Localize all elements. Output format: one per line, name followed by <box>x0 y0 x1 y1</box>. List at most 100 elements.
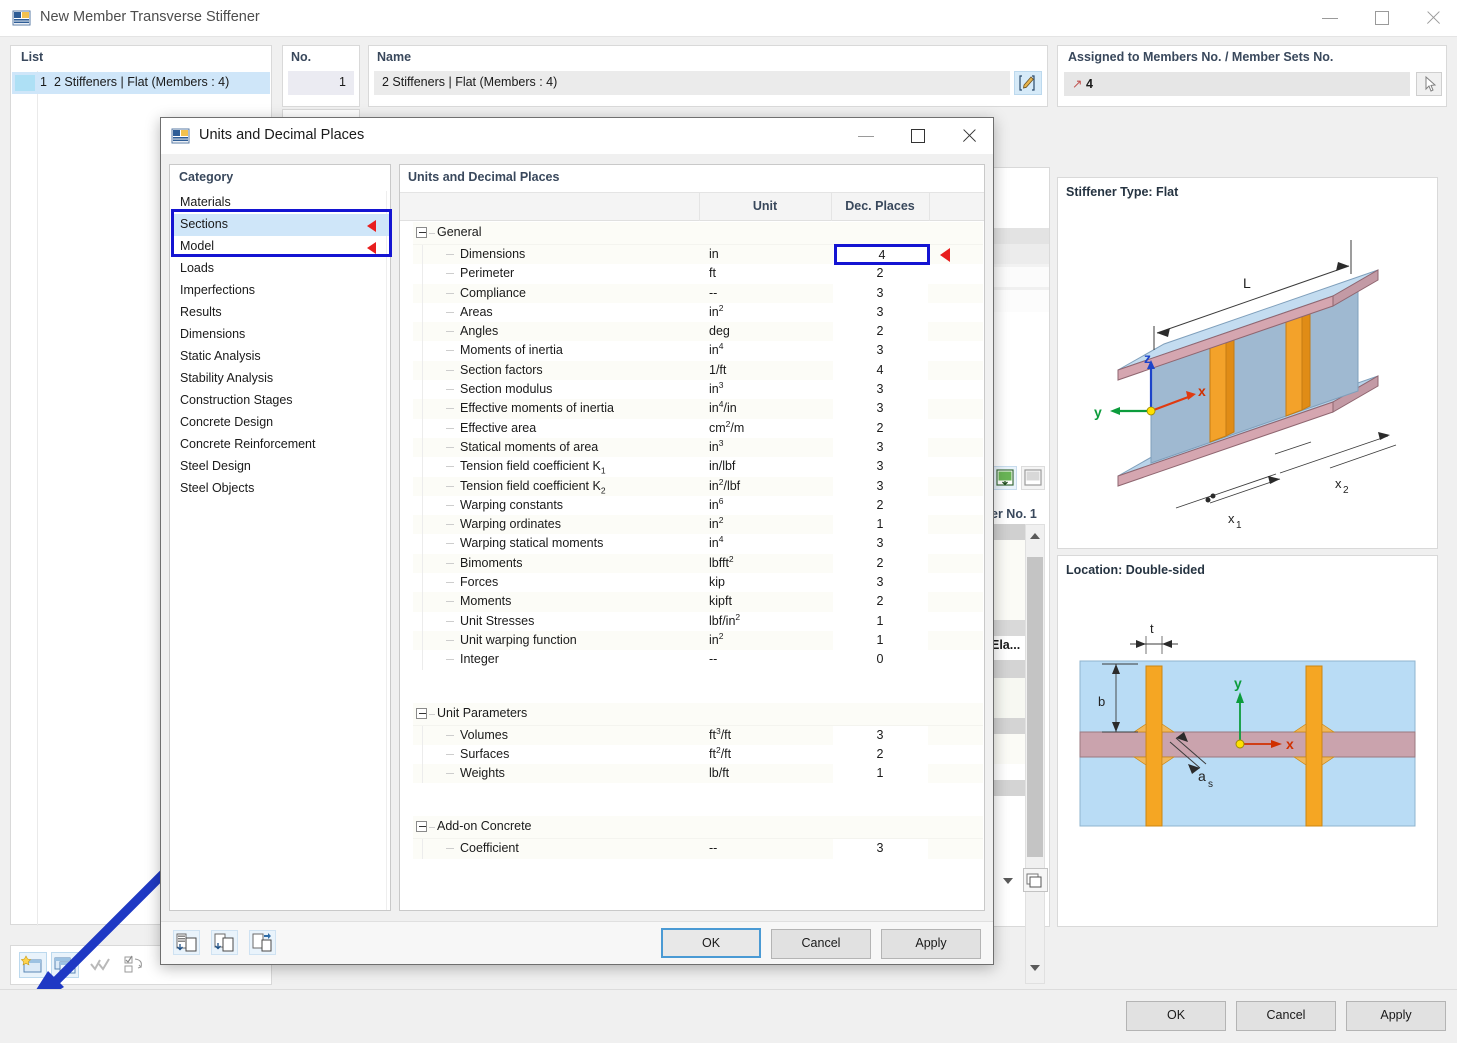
dec-places-highlight-box[interactable]: 4 <box>834 244 930 265</box>
row-dec-places[interactable]: 2 <box>833 594 927 608</box>
category-item-steel-objects[interactable]: Steel Objects <box>171 478 390 500</box>
table-row[interactable]: Moments kipft 2 <box>413 592 983 612</box>
row-unit[interactable]: in6 <box>709 496 723 511</box>
row-unit[interactable]: in4 <box>709 342 723 357</box>
row-dec-places[interactable]: 3 <box>833 575 927 589</box>
row-dec-places[interactable]: 2 <box>833 747 927 761</box>
close-icon[interactable] <box>1409 0 1457 36</box>
row-dec-places[interactable]: 2 <box>833 556 927 570</box>
row-unit[interactable]: ft <box>709 266 716 280</box>
minimize-icon[interactable] <box>1306 0 1354 36</box>
table-row[interactable]: Statical moments of area in3 3 <box>413 437 983 458</box>
row-unit[interactable]: lb/ft <box>709 766 729 780</box>
category-item-steel-design[interactable]: Steel Design <box>171 456 390 478</box>
row-dec-places[interactable]: 0 <box>833 652 927 666</box>
row-unit[interactable]: in3 <box>709 381 723 396</box>
row-dec-places[interactable]: 2 <box>833 498 927 512</box>
assigned-members-input[interactable]: ↗ 4 <box>1064 72 1410 96</box>
collapse-toggle-icon[interactable] <box>416 227 427 238</box>
row-unit[interactable]: lbf/in2 <box>709 612 740 627</box>
table-row[interactable]: Forces kip 3 <box>413 573 983 593</box>
category-item-model[interactable]: Model <box>171 236 390 258</box>
collapse-toggle-icon[interactable] <box>416 707 427 719</box>
category-item-dimensions[interactable]: Dimensions <box>171 324 390 346</box>
category-item-loads[interactable]: Loads <box>171 258 390 280</box>
select-pointer-icon[interactable] <box>1416 72 1442 96</box>
dialog-close-icon[interactable] <box>945 118 993 154</box>
name-input[interactable]: 2 Stiffeners | Flat (Members : 4) <box>374 71 1010 95</box>
table-row[interactable]: Effective moments of inertia in4/in 3 <box>413 399 983 419</box>
row-unit[interactable]: kip <box>709 575 725 589</box>
row-dec-places[interactable]: 3 <box>833 305 927 319</box>
row-dec-places[interactable]: 3 <box>833 401 927 415</box>
table-row[interactable]: Warping constants in6 2 <box>413 495 983 516</box>
edit-pencil-icon[interactable] <box>1014 71 1042 95</box>
dialog-minimize-icon[interactable] <box>842 118 890 154</box>
collapse-toggle-icon[interactable] <box>416 821 427 833</box>
check-icon[interactable] <box>87 952 115 978</box>
scroll-down-icon[interactable] <box>1030 965 1040 971</box>
row-dec-places[interactable]: 3 <box>833 382 927 396</box>
row-unit[interactable]: in4 <box>709 535 723 550</box>
row-dec-places[interactable]: 3 <box>833 479 927 493</box>
row-dec-places[interactable]: 3 <box>833 841 927 855</box>
chevron-down-icon[interactable] <box>1003 878 1013 884</box>
category-item-static-analysis[interactable]: Static Analysis <box>171 346 390 368</box>
row-unit[interactable]: in <box>709 247 719 261</box>
row-unit[interactable]: kipft <box>709 594 732 608</box>
dialog-apply-button[interactable]: Apply <box>881 929 981 959</box>
row-unit[interactable]: in2 <box>709 632 723 647</box>
row-unit[interactable]: in4/in <box>709 400 737 415</box>
row-dec-places[interactable]: 1 <box>833 517 927 531</box>
category-item-stability-analysis[interactable]: Stability Analysis <box>171 368 390 390</box>
options-icon[interactable] <box>121 952 149 978</box>
stack-copy-icon[interactable] <box>1023 868 1048 892</box>
table-row[interactable]: Section modulus in3 3 <box>413 380 983 400</box>
row-dec-places[interactable]: 2 <box>833 421 927 435</box>
row-unit[interactable]: cm2/m <box>709 419 744 434</box>
table-row[interactable]: Tension field coefficient K2 in2/lbf 3 <box>413 476 983 496</box>
copy-icon[interactable] <box>51 952 79 978</box>
row-dec-places[interactable]: 3 <box>833 728 927 742</box>
table-row[interactable]: Unit warping function in2 1 <box>413 630 983 651</box>
table-row[interactable]: Section factors 1/ft 4 <box>413 360 983 381</box>
dialog-maximize-icon[interactable] <box>894 118 942 154</box>
list-item[interactable]: 1 2 Stiffeners | Flat (Members : 4) <box>12 72 270 94</box>
row-dec-places[interactable]: 3 <box>833 536 927 550</box>
row-unit[interactable]: in3 <box>709 439 723 454</box>
row-unit[interactable]: in2 <box>709 516 723 531</box>
row-unit[interactable]: ft2/ft <box>709 745 731 760</box>
table-row[interactable]: Compliance -- 3 <box>413 283 983 303</box>
mid-scrollbar[interactable] <box>1025 524 1045 984</box>
row-unit[interactable]: -- <box>709 652 717 666</box>
table-row[interactable]: Unit Stresses lbf/in2 1 <box>413 611 983 631</box>
table-row[interactable]: Moments of inertia in4 3 <box>413 341 983 361</box>
table-row[interactable]: Warping statical moments in4 3 <box>413 534 983 554</box>
table-green-icon[interactable] <box>993 466 1017 490</box>
row-dec-places[interactable]: 2 <box>833 266 927 280</box>
scrollbar-thumb[interactable] <box>1027 557 1043 857</box>
row-dec-places[interactable]: 2 <box>833 324 927 338</box>
table-row[interactable]: Perimeter ft 2 <box>413 264 983 284</box>
row-unit[interactable]: deg <box>709 324 730 338</box>
row-dec-places[interactable]: 3 <box>833 440 927 454</box>
table-row[interactable]: Volumes ft3/ft 3 <box>413 725 983 745</box>
row-unit[interactable]: ft3/ft <box>709 726 731 741</box>
table-grey-icon[interactable] <box>1021 466 1045 490</box>
dialog-cancel-button[interactable]: Cancel <box>771 929 871 959</box>
scroll-up-icon[interactable] <box>1030 533 1040 539</box>
row-dec-places[interactable]: 1 <box>833 766 927 780</box>
row-unit[interactable]: 1/ft <box>709 363 726 377</box>
maximize-icon[interactable] <box>1358 0 1406 36</box>
table-group-row[interactable]: Add-on Concrete <box>413 816 983 840</box>
table-row[interactable]: Integer -- 0 <box>413 650 983 670</box>
category-item-sections[interactable]: Sections <box>171 214 390 236</box>
row-unit[interactable]: in2 <box>709 303 723 318</box>
row-dec-places[interactable]: 3 <box>833 343 927 357</box>
category-item-imperfections[interactable]: Imperfections <box>171 280 390 302</box>
table-row[interactable]: Surfaces ft2/ft 2 <box>413 744 983 765</box>
new-icon[interactable] <box>19 952 47 978</box>
table-row[interactable]: Areas in2 3 <box>413 302 983 323</box>
table-row[interactable]: Coefficient -- 3 <box>413 839 983 859</box>
category-item-results[interactable]: Results <box>171 302 390 324</box>
